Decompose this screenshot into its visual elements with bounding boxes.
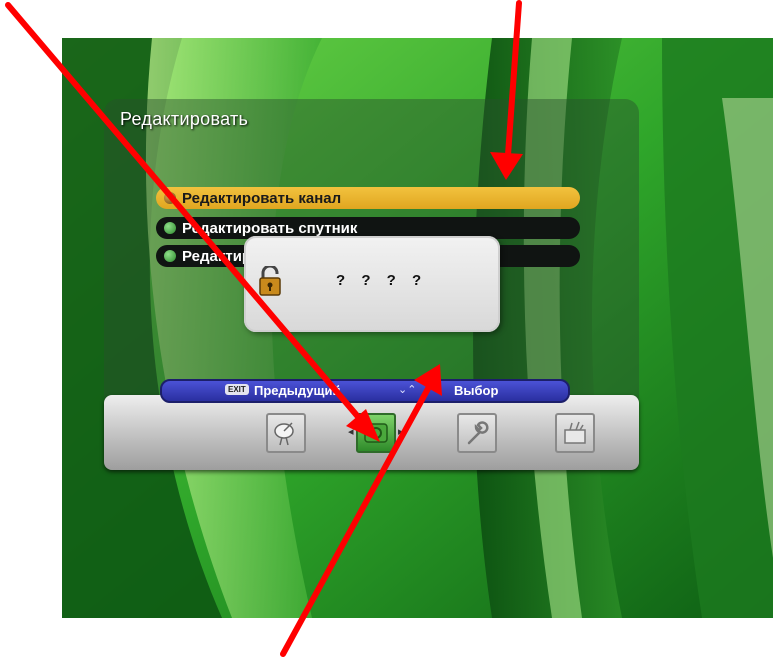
bullet-icon	[164, 250, 176, 262]
bullet-icon	[164, 192, 176, 204]
menu-item-label: Редактировать канал	[182, 189, 342, 207]
unlocked-padlock-icon	[259, 266, 281, 296]
pin-input[interactable]: ? ? ? ?	[336, 272, 427, 289]
select-hint: Выбор	[454, 383, 499, 398]
bullet-icon	[164, 222, 176, 234]
tool-utilities[interactable]	[555, 413, 595, 453]
tool-installation[interactable]	[266, 413, 306, 453]
edit-channel-icon	[364, 423, 388, 443]
tool-edit-channel[interactable]	[356, 413, 396, 453]
menu-title: Редактировать	[120, 109, 249, 129]
toolbox-icon	[564, 421, 586, 444]
satellite-dish-icon	[274, 422, 294, 446]
pin-entry-dialog: ? ? ? ?	[244, 236, 500, 332]
up-down-keys-icon: ⌄⌃	[398, 384, 417, 396]
previous-hint: Предыдущий	[254, 383, 341, 398]
tool-settings[interactable]	[457, 413, 497, 453]
arrow-right-icon: ▸	[398, 426, 404, 438]
menu-item-edit-channel[interactable]: Редактировать канал	[156, 187, 580, 209]
wrench-icon	[467, 421, 489, 445]
arrow-left-icon: ◂	[348, 426, 354, 438]
main-menu-toolbar: ◂ ▸	[104, 395, 639, 470]
exit-key-icon: EXIT	[225, 384, 249, 395]
help-bar: EXIT Предыдущий ⌄⌃ Выбор	[160, 379, 570, 403]
menu-item-label: Редактировать спутник	[182, 219, 358, 237]
